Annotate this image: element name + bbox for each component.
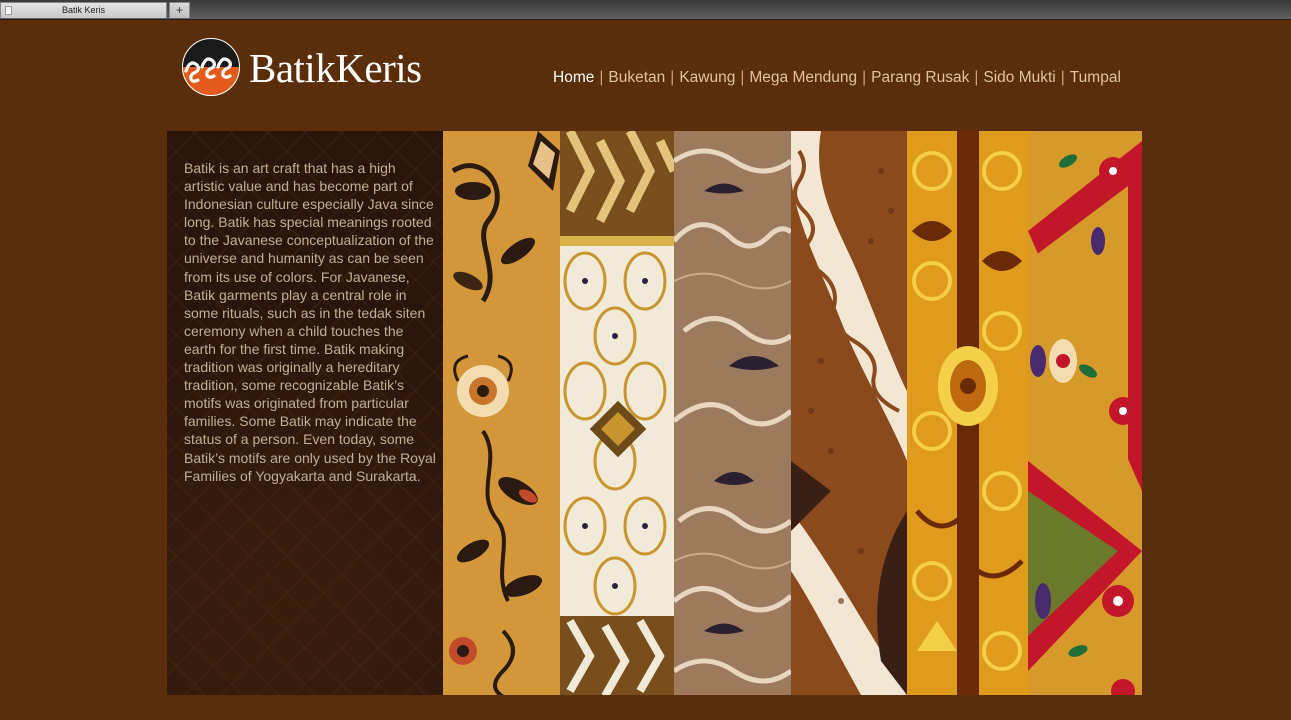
nav-separator: | (670, 69, 675, 86)
mega-mendung-pattern-image[interactable] (674, 131, 791, 695)
kawung-pattern-image[interactable] (560, 131, 674, 695)
nav-separator: | (1060, 69, 1065, 86)
main-nav: Home | Buketan | Kawung | Mega Mendung |… (553, 67, 1121, 89)
nav-item-home[interactable]: Home (553, 69, 594, 87)
nav-item-buketan[interactable]: Buketan (608, 69, 665, 87)
nav-item-parang-rusak[interactable]: Parang Rusak (871, 69, 969, 87)
browser-tab[interactable]: Batik Keris (0, 2, 167, 18)
tab-title: Batik Keris (61, 5, 105, 15)
nav-separator: | (862, 69, 867, 86)
intro-text: Batik is an art craft that has a high ar… (184, 160, 436, 484)
browser-tab-bar: Batik Keris + (0, 0, 1291, 20)
nav-separator: | (740, 69, 745, 86)
nav-item-mega-mendung[interactable]: Mega Mendung (749, 69, 857, 87)
nav-separator: | (974, 69, 979, 86)
nav-item-tumpal[interactable]: Tumpal (1070, 69, 1121, 87)
new-tab-button[interactable]: + (169, 2, 190, 18)
main-panel: Batik is an art craft that has a high ar… (167, 131, 1142, 695)
nav-item-sido-mukti[interactable]: Sido Mukti (983, 69, 1055, 87)
batik-keris-logo-icon[interactable] (180, 37, 242, 97)
nav-separator: | (599, 69, 604, 86)
brand-name[interactable]: BatikKeris (249, 44, 422, 92)
parang-rusak-pattern-image[interactable] (791, 131, 907, 695)
sido-mukti-pattern-image[interactable] (907, 131, 1028, 695)
nav-item-kawung[interactable]: Kawung (679, 69, 735, 87)
intro-panel: Batik is an art craft that has a high ar… (167, 131, 443, 695)
tumpal-pattern-image[interactable] (1028, 131, 1142, 695)
buketan-pattern-image[interactable] (443, 131, 560, 695)
